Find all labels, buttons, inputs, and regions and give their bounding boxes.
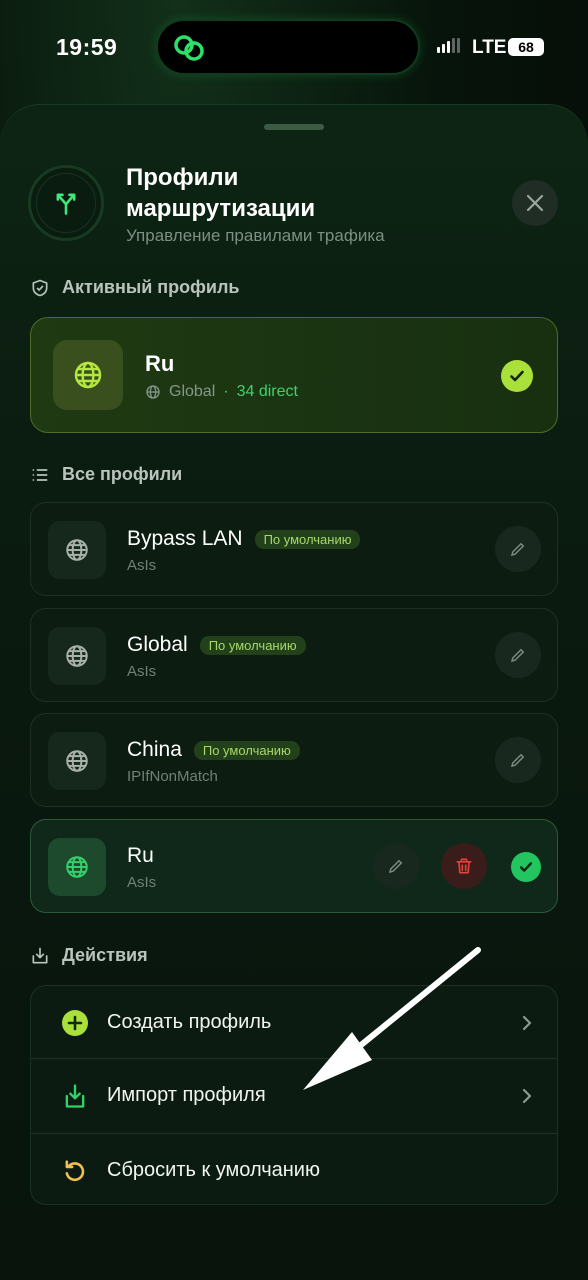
default-badge: По умолчанию: [254, 529, 361, 549]
profile-strategy: AsIs: [127, 874, 157, 891]
actions-label: Действия: [62, 945, 148, 965]
profile-icon-tile: [48, 627, 106, 685]
shield-icon: [32, 279, 48, 296]
globe-icon: [74, 361, 102, 389]
profile-card-global[interactable]: Global По умолчанию AsIs: [30, 608, 558, 702]
profile-name: Global: [127, 633, 188, 656]
actions-list: Создать профиль Импорт профиля Сбросить …: [30, 985, 558, 1205]
profile-icon-tile: [48, 838, 106, 896]
globe-icon: [66, 750, 88, 772]
profile-name-row: Global По умолчанию: [127, 633, 306, 657]
dynamic-island: [156, 19, 420, 75]
routing-logo: [28, 165, 104, 241]
profile-name-row: Ru: [127, 844, 154, 868]
import-profile-button[interactable]: Импорт профиля: [31, 1059, 557, 1132]
vpn-link-icon: [174, 35, 204, 61]
active-profile-heading: Активный профиль: [30, 277, 239, 298]
edit-button[interactable]: [495, 526, 541, 572]
globe-icon: [66, 856, 88, 878]
routing-profiles-sheet: Профили маршрутизации Управление правила…: [0, 104, 588, 1280]
active-profile-card[interactable]: Ru Global · 34 direct: [30, 317, 558, 433]
trash-icon: [456, 858, 472, 874]
profile-strategy: IPIfNonMatch: [127, 768, 218, 785]
globe-icon: [66, 645, 88, 667]
profile-icon-tile: [48, 521, 106, 579]
profile-icon-tile: [48, 732, 106, 790]
close-button[interactable]: [512, 180, 558, 226]
profile-card-bypass-lan[interactable]: Bypass LAN По умолчанию AsIs: [30, 502, 558, 596]
reset-defaults-label: Сбросить к умолчанию: [107, 1159, 320, 1181]
plus-circle-icon: [60, 1008, 90, 1038]
default-badge: По умолчанию: [199, 635, 306, 655]
network-type: LTE: [472, 37, 507, 58]
profile-name-row: China По умолчанию: [127, 738, 300, 762]
active-profile-direct-count: 34 direct: [236, 383, 298, 400]
active-profile-label: Активный профиль: [62, 277, 240, 297]
pencil-icon: [388, 859, 403, 874]
create-profile-button[interactable]: Создать профиль: [31, 986, 557, 1059]
selected-check-icon: [511, 852, 541, 882]
reset-defaults-button[interactable]: Сбросить к умолчанию: [31, 1134, 557, 1207]
create-profile-label: Создать профиль: [107, 1011, 272, 1033]
globe-icon: [146, 385, 160, 399]
profile-name: Ru: [127, 844, 154, 867]
status-time: 19:59: [56, 34, 118, 60]
route-split-icon: [56, 193, 76, 215]
edit-button[interactable]: [495, 632, 541, 678]
import-icon: [60, 1081, 90, 1111]
page-title: Профили маршрутизации: [126, 164, 316, 222]
battery-icon: 68: [508, 38, 544, 56]
pencil-icon: [510, 648, 525, 663]
sheet-grabber[interactable]: [264, 124, 324, 130]
profile-strategy: AsIs: [127, 557, 157, 574]
active-check-icon: [501, 360, 533, 392]
profile-card-china[interactable]: China По умолчанию IPIfNonMatch: [30, 713, 558, 807]
download-box-icon: [32, 947, 48, 963]
globe-icon: [66, 539, 88, 561]
active-profile-meta: Global · 34 direct: [145, 383, 298, 401]
profile-name: China: [127, 738, 182, 761]
page-subtitle: Управление правилами трафика: [126, 226, 385, 245]
profile-strategy: AsIs: [127, 663, 157, 680]
close-icon: [526, 194, 544, 212]
profile-name-row: Bypass LAN По умолчанию: [127, 527, 361, 551]
status-bar: 19:59 LTE 68: [0, 0, 588, 96]
import-profile-label: Импорт профиля: [107, 1084, 266, 1106]
all-profiles-label: Все профили: [62, 464, 183, 484]
actions-heading: Действия: [30, 945, 148, 966]
pencil-icon: [510, 753, 525, 768]
all-profiles-heading: Все профили: [30, 464, 182, 485]
pencil-icon: [510, 542, 525, 557]
edit-button[interactable]: [373, 843, 419, 889]
list-icon: [32, 468, 48, 481]
profile-card-ru[interactable]: Ru AsIs: [30, 819, 558, 913]
active-profile-mode: Global: [169, 383, 216, 400]
chevron-right-icon: [522, 1015, 532, 1030]
default-badge: По умолчанию: [193, 740, 300, 760]
signal-icon: [437, 38, 460, 53]
reset-icon: [60, 1156, 90, 1186]
delete-button[interactable]: [441, 843, 487, 889]
chevron-right-icon: [522, 1088, 532, 1103]
active-profile-icon-tile: [53, 340, 123, 410]
active-profile-name: Ru: [145, 351, 175, 376]
edit-button[interactable]: [495, 737, 541, 783]
profile-name: Bypass LAN: [127, 527, 243, 550]
